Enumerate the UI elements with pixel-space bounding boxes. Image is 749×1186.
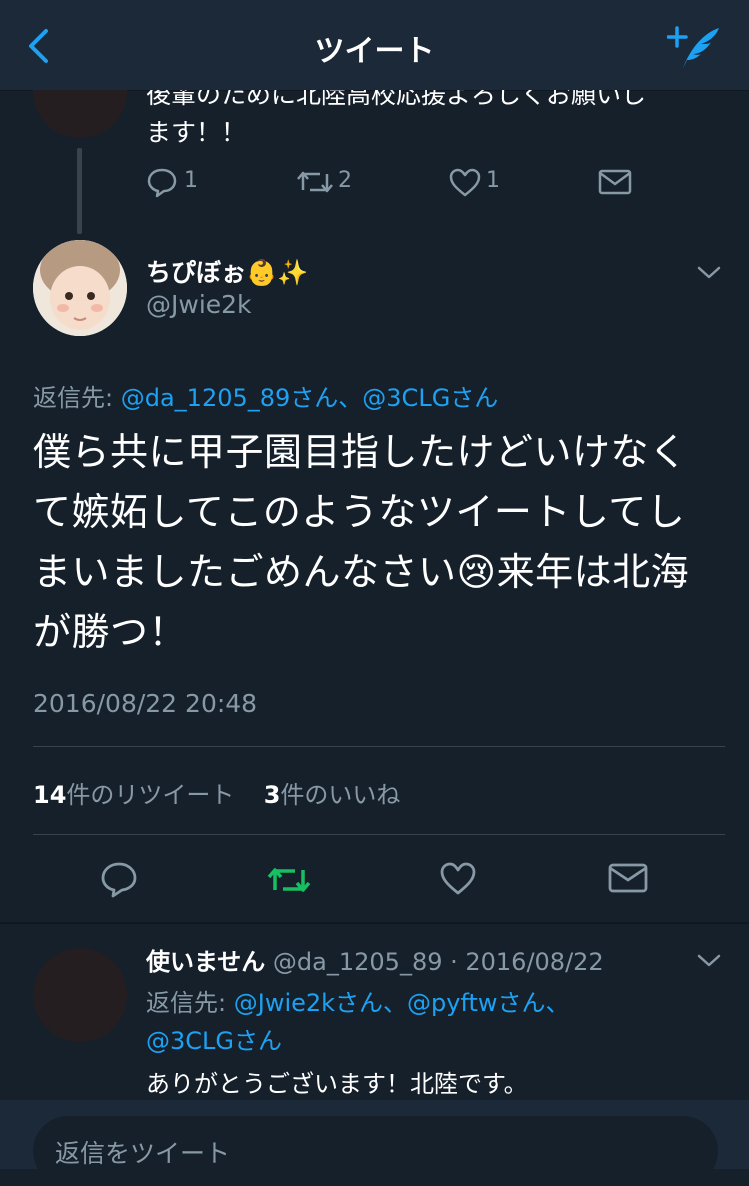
reply-button[interactable]: 1	[146, 166, 198, 198]
timestamp: 2016/08/22 20:48	[33, 689, 258, 718]
tweet-stats: 14件のリツイート 3件のいいね	[33, 775, 400, 810]
reply-input[interactable]: 返信をツイート	[33, 1116, 718, 1186]
retweet-icon	[297, 171, 333, 193]
reply-header: 使いません @da_1205_89 · 2016/08/22	[146, 942, 604, 977]
heart-icon	[449, 168, 481, 197]
chevron-down-icon[interactable]	[696, 264, 722, 282]
retweet-count: 2	[338, 168, 352, 193]
reply-count: 1	[184, 168, 198, 193]
like-stat[interactable]: 3件のいいね	[264, 781, 401, 809]
retweet-icon[interactable]	[266, 862, 312, 898]
heart-icon[interactable]	[439, 862, 477, 896]
tweet-text: 僕ら共に甲子園目指したけどいけなくて嫉妬してこのようなツイートしてしまいましたご…	[33, 430, 690, 654]
page-title: ツイート	[314, 34, 435, 69]
reply-placeholder: 返信をツイート	[55, 1139, 231, 1168]
like-count: 1	[486, 168, 500, 193]
mail-icon[interactable]	[598, 168, 632, 196]
chevron-down-icon[interactable]	[696, 952, 722, 970]
reply-icon	[147, 168, 177, 198]
section-divider	[0, 922, 749, 924]
display-name[interactable]: ちぴぼぉ👶✨	[146, 253, 308, 289]
reply-to: 返信先: @Jwie2kさん、@pyftwさん、 @3CLGさん	[146, 984, 570, 1060]
like-button[interactable]: 1	[448, 168, 500, 200]
reply-to-users-cont[interactable]: @3CLGさん	[146, 1022, 570, 1060]
divider	[33, 834, 725, 835]
divider	[33, 746, 725, 747]
reply-icon[interactable]	[100, 860, 138, 898]
avatar[interactable]	[33, 240, 127, 336]
retweet-stat[interactable]: 14件のリツイート	[33, 781, 234, 809]
tweet-text: ありがとうございます！北陸です。	[146, 1070, 528, 1098]
display-name[interactable]: 使いません	[146, 948, 265, 976]
mail-icon[interactable]	[608, 862, 648, 894]
avatar[interactable]	[33, 948, 127, 1042]
reply-to-users[interactable]: @da_1205_89さん、@3CLGさん	[121, 384, 499, 412]
reply-to-users[interactable]: @Jwie2kさん、@pyftwさん、	[234, 989, 570, 1017]
baby-photo	[33, 240, 127, 336]
reply-to: 返信先: @da_1205_89さん、@3CLGさん	[33, 384, 499, 412]
handle-date: @da_1205_89 · 2016/08/22	[272, 948, 604, 976]
thread-line	[77, 148, 82, 234]
compose-tweet-icon[interactable]	[667, 24, 721, 70]
retweet-button[interactable]: 2	[296, 166, 352, 198]
handle[interactable]: @Jwie2k	[146, 290, 252, 319]
